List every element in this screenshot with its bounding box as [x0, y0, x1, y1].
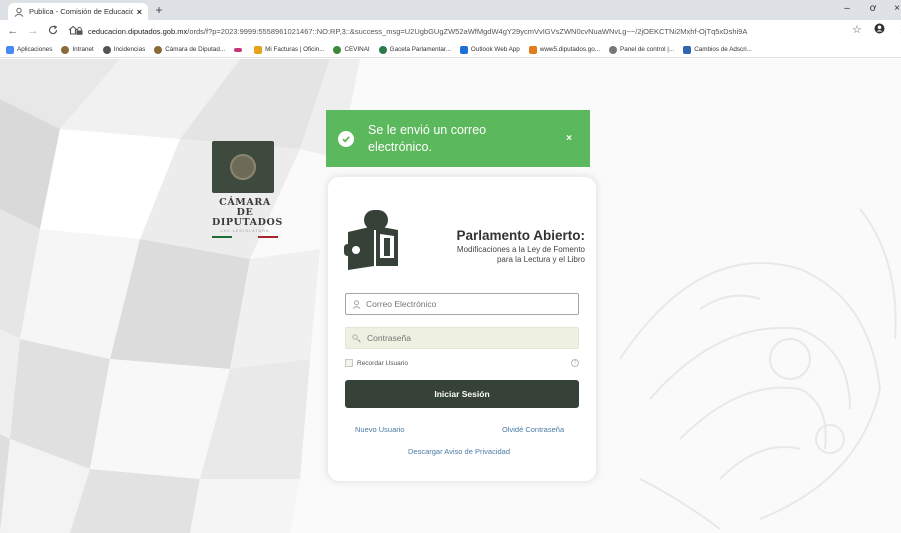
card-subtitle-line2: para la Lectura y el Libro — [496, 255, 585, 264]
lock-icon — [76, 27, 83, 35]
bookmark-label: Incidencias — [113, 46, 146, 53]
profile-icon[interactable] — [874, 23, 885, 37]
url-host: ceducacion.diputados.gob.mx — [88, 26, 188, 36]
browser-toolbar: ← → ceducacion.diputados.gob.mx/ords/f?p… — [0, 20, 901, 42]
bookmark-cevinai[interactable]: CEVINAI — [333, 45, 370, 54]
card-subtitle-line1: Modificaciones a la Ley de Fomento — [456, 245, 585, 254]
bookmark-favicon-icon — [378, 45, 387, 54]
window-close-button[interactable]: × — [890, 3, 901, 14]
globe-icon — [102, 45, 111, 54]
login-card: Parlamento Abierto: Modificaciones a la … — [327, 176, 597, 482]
bookmark-label: CEVINAI — [344, 46, 370, 53]
bookmark-star-icon[interactable]: ☆ — [852, 23, 862, 36]
maximize-button[interactable]: ơ — [866, 3, 880, 14]
bookmark-label: Mi Facturas | Oficin... — [265, 46, 325, 53]
national-seal-icon — [212, 141, 274, 193]
reload-icon[interactable] — [46, 24, 60, 38]
page-favicon-icon — [14, 7, 24, 17]
bookmarks-bar: Aplicaciones Intranet Incidencias Cámara… — [0, 42, 901, 58]
bookmark-favicon-icon — [683, 45, 692, 54]
tab-title: Publica - Comisión de Educación — [29, 7, 133, 16]
email-input[interactable] — [366, 299, 566, 309]
success-toast: Se le envió un correo electrónico. × — [326, 110, 590, 167]
privacy-notice-link[interactable]: Descargar Aviso de Privacidad — [408, 447, 510, 456]
browser-tab-strip: Publica - Comisión de Educación × + – ơ … — [0, 0, 901, 20]
camara-diputados-logo: CÁMARA DE DIPUTADOS LXV LEGISLATURA — [212, 141, 283, 238]
bookmark-favicon-icon — [234, 47, 243, 52]
url-path: /ords/f?p=2023:9999:5558961021467::NO:RP… — [187, 26, 748, 36]
logo-subtitle: LXV LEGISLATURA — [220, 229, 270, 233]
password-field[interactable] — [345, 327, 579, 349]
help-icon[interactable]: ? — [571, 359, 579, 367]
menu-dots-icon[interactable]: ⋮ — [896, 23, 901, 36]
tab-close-icon[interactable]: × — [137, 7, 142, 17]
bookmark-incidencias[interactable]: Incidencias — [102, 45, 146, 54]
new-user-link[interactable]: Nuevo Usuario — [355, 425, 405, 434]
logo-bar-green — [212, 236, 232, 238]
bookmark-apps[interactable]: Aplicaciones — [6, 45, 53, 54]
apps-grid-icon — [6, 45, 14, 54]
bookmark-label: Aplicaciones — [17, 46, 53, 53]
bookmark-camara[interactable]: Cámara de Diputad... — [154, 45, 226, 54]
address-bar[interactable]: ceducacion.diputados.gob.mx/ords/f?p=202… — [76, 23, 846, 39]
card-title: Parlamento Abierto: — [456, 228, 585, 243]
bookmark-label: Gaceta Parlamentar... — [389, 46, 451, 53]
toast-message: Se le envió un correo electrónico. — [368, 122, 487, 154]
bookmark-label: Outlook Web App — [470, 46, 520, 53]
card-subtitle: Modificaciones a la Ley de Fomento para … — [408, 245, 585, 265]
user-icon — [352, 299, 361, 309]
remember-label: Recordar Usuario — [357, 359, 408, 367]
bookmark-favicon-icon — [333, 45, 342, 54]
toast-close-icon[interactable]: × — [566, 133, 572, 144]
new-tab-button[interactable]: + — [152, 4, 166, 18]
bookmark-outlook[interactable]: Outlook Web App — [459, 45, 520, 54]
check-circle-icon — [338, 130, 354, 147]
tab-active[interactable]: Publica - Comisión de Educación × — [8, 3, 148, 20]
back-arrow-icon[interactable]: ← — [6, 25, 20, 37]
bookmark-cambios[interactable]: Cambios de Adscri... — [683, 45, 752, 54]
bookmark-gaceta[interactable]: Gaceta Parlamentar... — [378, 45, 451, 54]
bookmark-favicon-icon — [61, 45, 70, 54]
forgot-password-link[interactable]: Olvidé Contraseña — [502, 425, 564, 434]
key-icon — [352, 333, 362, 343]
bookmark-favicon-icon — [254, 45, 263, 54]
bookmark-favicon-icon — [154, 45, 163, 54]
bookmark-label: Cámara de Diputad... — [165, 46, 226, 53]
logo-bar-red — [258, 236, 278, 238]
bookmark-intranet[interactable]: Intranet — [61, 45, 94, 54]
bookmark-panel[interactable]: Panel de control |... — [609, 45, 675, 54]
email-field[interactable] — [345, 293, 579, 315]
bookmark-favicon-icon — [609, 45, 618, 54]
bookmark-facturas[interactable]: Mi Facturas | Oficin... — [254, 45, 325, 54]
bookmark-label: Cambios de Adscri... — [694, 46, 752, 53]
outlook-icon — [459, 45, 468, 54]
bookmark-label: Intranet — [72, 46, 94, 53]
bookmark-unnamed[interactable] — [234, 47, 245, 52]
logo-flag-bars — [212, 236, 278, 238]
remember-row: Recordar Usuario ? — [345, 358, 579, 368]
password-input[interactable] — [367, 333, 567, 343]
bookmark-www5[interactable]: www5.diputados.go... — [528, 45, 601, 54]
logo-text-line1: CÁMARA DE — [219, 197, 271, 218]
bookmark-favicon-icon — [528, 45, 537, 54]
bookmark-label: Panel de control |... — [620, 46, 675, 53]
page-content: CÁMARA DE DIPUTADOS LXV LEGISLATURA Se l… — [0, 59, 901, 533]
logo-text-line2: DIPUTADOS — [212, 217, 283, 228]
minimize-button[interactable]: – — [840, 3, 854, 14]
remember-checkbox[interactable] — [345, 359, 353, 367]
login-button[interactable]: Iniciar Sesión — [345, 380, 579, 408]
bookmark-label: www5.diputados.go... — [539, 46, 601, 53]
forward-arrow-icon[interactable]: → — [26, 25, 40, 37]
